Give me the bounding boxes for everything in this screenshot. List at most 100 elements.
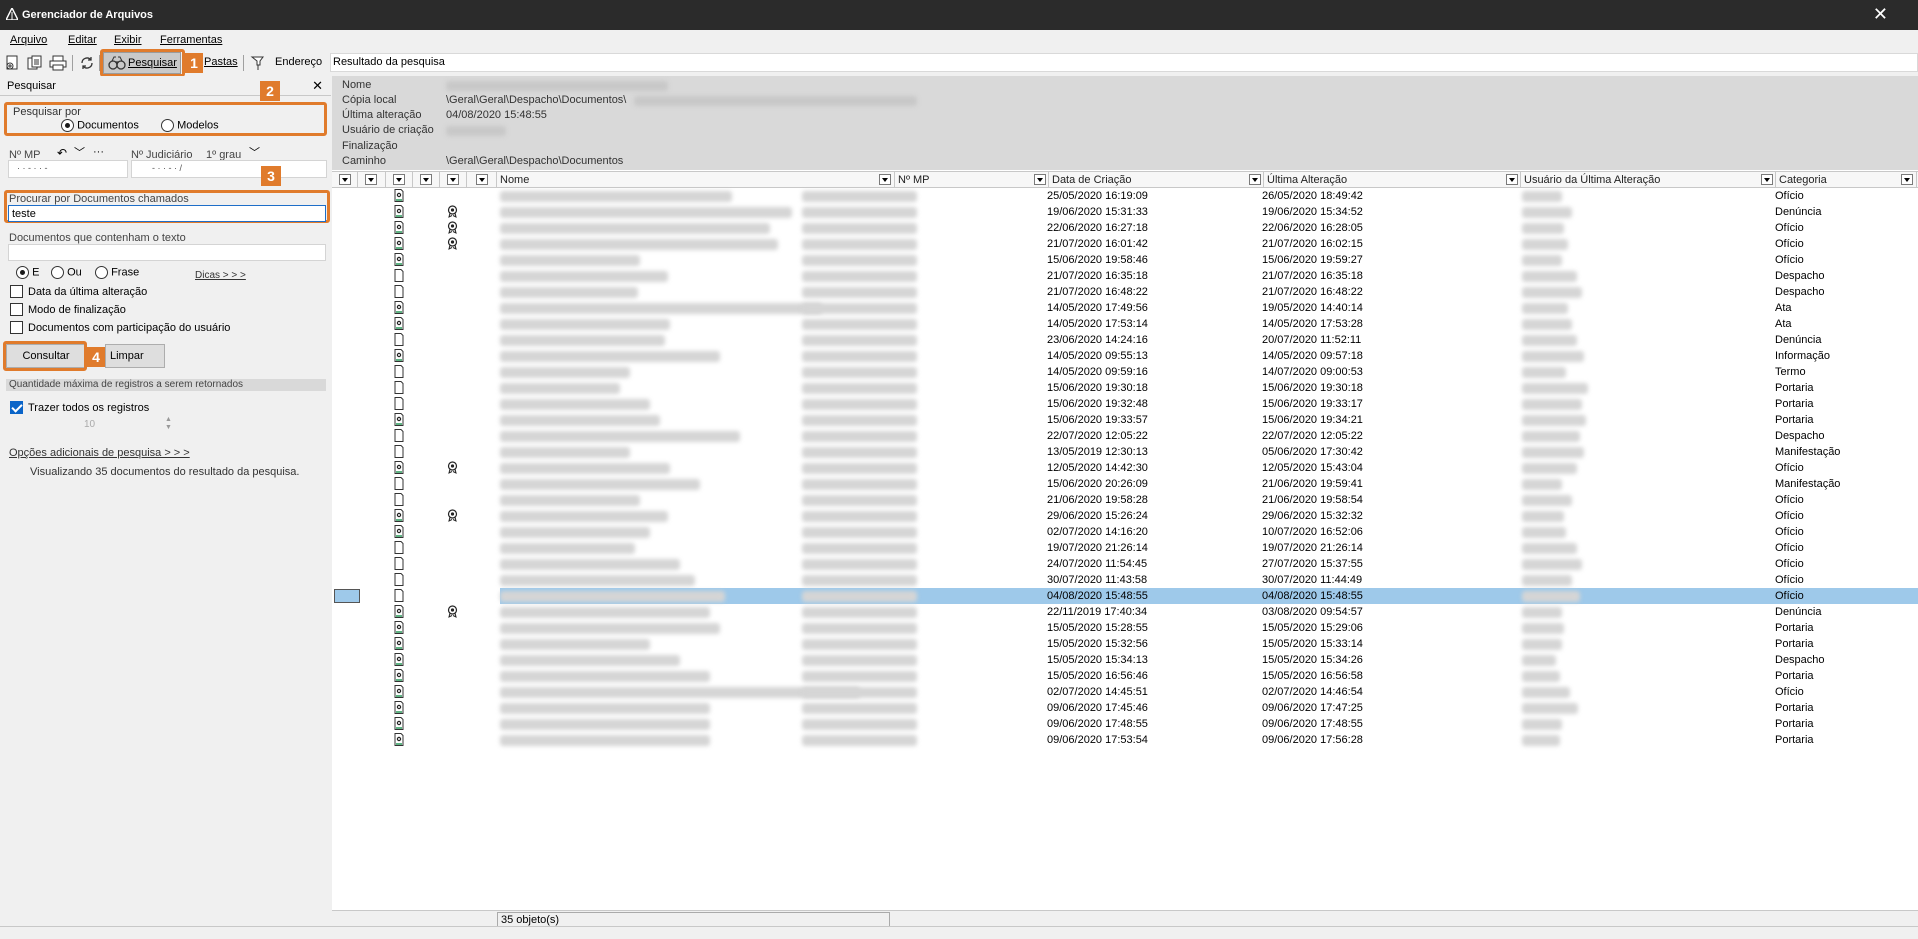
table-row[interactable]: 29/06/2020 15:26:24 29/06/2020 15:32:32 Of…	[332, 508, 1918, 524]
more-icon[interactable]: ···	[93, 146, 104, 158]
cell-user-redacted	[1522, 223, 1564, 234]
row-selector[interactable]	[334, 589, 360, 603]
table-row[interactable]: 21/07/2020 16:35:18 21/07/2020 16:35:18 De…	[332, 268, 1918, 284]
tips-link[interactable]: Dicas > > >	[195, 270, 246, 281]
chevron-down-icon[interactable]	[420, 174, 432, 185]
mp-field[interactable]: · · - · · -	[8, 160, 128, 178]
col-filter-4[interactable]	[413, 172, 440, 188]
table-row[interactable]: 09/06/2020 17:53:54 09/06/2020 17:56:28 Po…	[332, 732, 1918, 748]
table-row[interactable]: 15/06/2020 20:26:09 21/06/2020 19:59:41 Ma…	[332, 476, 1918, 492]
signed-document-icon	[394, 733, 404, 746]
stepper-arrows-icon[interactable]: ▲ ▼	[165, 416, 172, 432]
col-header-name[interactable]: Nome	[497, 172, 895, 188]
refresh-icon[interactable]	[78, 55, 96, 71]
col-filter-5[interactable]	[440, 172, 467, 188]
max-records-stepper[interactable]: 10	[80, 418, 176, 433]
chevron-down-icon[interactable]	[393, 174, 405, 185]
table-row[interactable]: 22/11/2019 17:40:34 03/08/2020 09:54:57 De…	[332, 604, 1918, 620]
table-row[interactable]: 14/05/2020 17:49:56 19/05/2020 14:40:14 At…	[332, 300, 1918, 316]
address-field[interactable]: Resultado da pesquisa	[330, 53, 1918, 72]
window-bottom-edge	[0, 926, 1918, 939]
find-docs-input[interactable]: teste	[8, 205, 326, 222]
contains-text-input[interactable]	[8, 244, 326, 261]
table-row[interactable]: 25/05/2020 16:19:09 26/05/2020 18:49:42 Of…	[332, 188, 1918, 204]
logic-ou-radio[interactable]: Ou	[51, 266, 82, 279]
cell-created: 24/07/2020 11:54:45	[1047, 558, 1148, 570]
chevron-down-icon[interactable]	[1249, 174, 1261, 185]
print-icon[interactable]	[49, 55, 67, 71]
table-row[interactable]: 14/05/2020 09:55:13 14/05/2020 09:57:18 In…	[332, 348, 1918, 364]
logic-frase-radio[interactable]: Frase	[95, 266, 139, 279]
undo-icon[interactable]: ↶	[57, 146, 67, 160]
chevron-down-icon[interactable]	[1761, 174, 1773, 185]
table-row[interactable]: 13/05/2019 12:30:13 05/06/2020 17:30:42 Ma…	[332, 444, 1918, 460]
new-document-icon[interactable]	[4, 55, 22, 71]
table-row[interactable]: 12/05/2020 14:42:30 12/05/2020 15:43:04 Of…	[332, 460, 1918, 476]
window-close-icon[interactable]: ✕	[1873, 4, 1888, 25]
copy-document-icon[interactable]	[26, 55, 44, 71]
folders-button[interactable]: Pastas	[204, 56, 238, 68]
radio-documentos[interactable]: Documentos	[61, 119, 139, 132]
chevron-down-icon[interactable]	[1506, 174, 1518, 185]
search-panel-close-icon[interactable]: ✕	[312, 78, 323, 94]
table-row[interactable]: 15/05/2020 16:56:46 15/05/2020 16:56:58 Po…	[332, 668, 1918, 684]
table-row[interactable]: 09/06/2020 17:48:55 09/06/2020 17:48:55 Po…	[332, 716, 1918, 732]
table-row[interactable]: 15/06/2020 19:32:48 15/06/2020 19:33:17 Po…	[332, 396, 1918, 412]
table-row[interactable]: 15/05/2020 15:34:13 15/05/2020 15:34:26 De…	[332, 652, 1918, 668]
table-row[interactable]: 19/06/2020 15:31:33 19/06/2020 15:34:52 De…	[332, 204, 1918, 220]
col-header-user[interactable]: Usuário da Última Alteração	[1521, 172, 1776, 188]
checkbox-bring-all[interactable]	[10, 401, 23, 414]
checkbox-participation[interactable]	[10, 321, 23, 334]
table-row-selected[interactable]: 04/08/2020 15:48:55 04/08/2020 15:48:55 Of…	[332, 588, 1918, 604]
chevron-down-icon[interactable]	[1901, 174, 1913, 185]
more-options-link[interactable]: Opções adicionais de pesquisa > > >	[9, 447, 190, 459]
col-header-category[interactable]: Categoria	[1776, 172, 1917, 188]
table-row[interactable]: 09/06/2020 17:45:46 09/06/2020 17:47:25 Po…	[332, 700, 1918, 716]
pin-icon[interactable]	[249, 55, 267, 71]
menu-ferramentas[interactable]: Ferramentas	[160, 34, 222, 46]
col-header-changed[interactable]: Última Alteração	[1264, 172, 1521, 188]
table-row[interactable]: 19/07/2020 21:26:14 19/07/2020 21:26:14 Of…	[332, 540, 1918, 556]
table-row[interactable]: 23/06/2020 14:24:16 20/07/2020 11:52:11 De…	[332, 332, 1918, 348]
chevron-down-icon[interactable]	[476, 174, 488, 185]
col-filter-3[interactable]	[386, 172, 413, 188]
col-filter-2[interactable]	[358, 172, 386, 188]
chevron-down-icon[interactable]	[447, 174, 459, 185]
table-row[interactable]: 21/06/2020 19:58:28 21/06/2020 19:58:54 Of…	[332, 492, 1918, 508]
table-row[interactable]: 24/07/2020 11:54:45 27/07/2020 15:37:55 Of…	[332, 556, 1918, 572]
checkbox-finalization[interactable]	[10, 303, 23, 316]
table-row[interactable]: 21/07/2020 16:01:42 21/07/2020 16:02:15 Of…	[332, 236, 1918, 252]
table-row[interactable]: 02/07/2020 14:45:51 02/07/2020 14:46:54 Of…	[332, 684, 1918, 700]
table-row[interactable]: 15/05/2020 15:28:55 15/05/2020 15:29:06 Po…	[332, 620, 1918, 636]
col-header-mp[interactable]: Nº MP	[895, 172, 1049, 188]
cell-last-changed: 29/06/2020 15:32:32	[1262, 510, 1363, 522]
chevron-down-icon[interactable]	[339, 174, 351, 185]
table-row[interactable]: 15/05/2020 15:32:56 15/05/2020 15:33:14 Po…	[332, 636, 1918, 652]
checkbox-last-change[interactable]	[10, 285, 23, 298]
col-filter-6[interactable]	[467, 172, 497, 188]
table-row[interactable]: 14/05/2020 17:53:14 14/05/2020 17:53:28 At…	[332, 316, 1918, 332]
col-header-created[interactable]: Data de Criação	[1049, 172, 1264, 188]
table-row[interactable]: 21/07/2020 16:48:22 21/07/2020 16:48:22 De…	[332, 284, 1918, 300]
chevron-down-icon[interactable]: ﹀	[74, 144, 85, 160]
table-row[interactable]: 14/05/2020 09:59:16 14/07/2020 09:00:53 Te…	[332, 364, 1918, 380]
col-filter-1[interactable]	[332, 172, 358, 188]
degree-chevron-icon[interactable]: ﹀	[249, 144, 260, 160]
table-row[interactable]: 22/07/2020 12:05:22 22/07/2020 12:05:22 De…	[332, 428, 1918, 444]
table-row[interactable]: 15/06/2020 19:30:18 15/06/2020 19:30:18 Po…	[332, 380, 1918, 396]
clear-button[interactable]: Limpar	[105, 344, 165, 368]
table-row[interactable]: 30/07/2020 11:43:58 30/07/2020 11:44:49 Of…	[332, 572, 1918, 588]
table-row[interactable]: 15/06/2020 19:58:46 15/06/2020 19:59:27 Of…	[332, 252, 1918, 268]
chevron-down-icon[interactable]	[879, 174, 891, 185]
judicial-field[interactable]: - · · - · /	[131, 160, 327, 178]
table-row[interactable]: 15/06/2020 19:33:57 15/06/2020 19:34:21 Po…	[332, 412, 1918, 428]
menu-editar[interactable]: Editar	[68, 34, 97, 46]
logic-e-radio[interactable]: E	[16, 266, 39, 279]
table-row[interactable]: 02/07/2020 14:16:20 10/07/2020 16:52:06 Of…	[332, 524, 1918, 540]
radio-modelos[interactable]: Modelos	[161, 119, 219, 132]
chevron-down-icon[interactable]	[365, 174, 377, 185]
chevron-down-icon[interactable]	[1034, 174, 1046, 185]
menu-exibir[interactable]: Exibir	[114, 34, 142, 46]
menu-arquivo[interactable]: Arquivo	[10, 34, 47, 46]
table-row[interactable]: 22/06/2020 16:27:18 22/06/2020 16:28:05 Of…	[332, 220, 1918, 236]
